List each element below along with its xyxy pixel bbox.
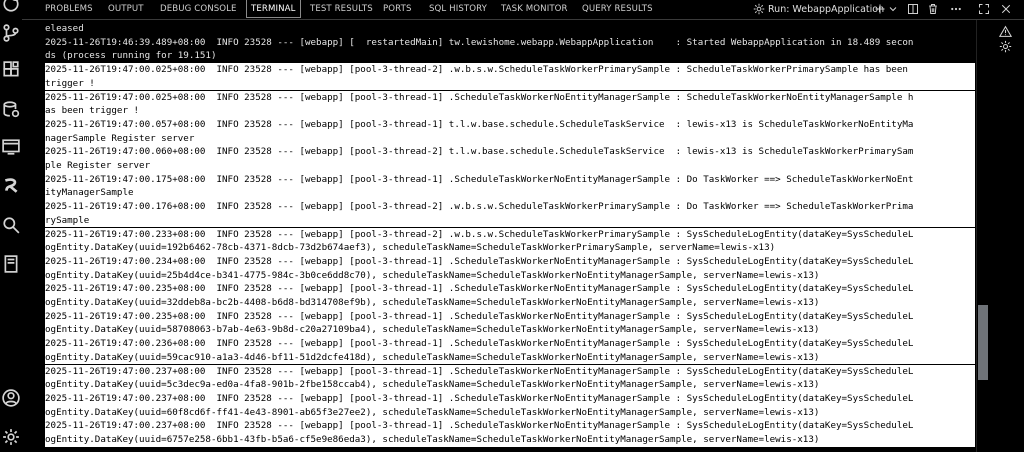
terminal-line: 2025-11-26T19:47:00.237+08:00 INFO 23528… xyxy=(45,364,975,379)
brand-logo-icon[interactable] xyxy=(1,175,21,195)
terminal-line: trigger ! xyxy=(45,76,975,91)
terminal-line: 2025-11-26T19:47:00.060+08:00 INFO 23528… xyxy=(45,145,975,159)
terminal-line: 2025-11-26T19:47:00.235+08:00 INFO 23528… xyxy=(45,309,975,324)
terminal-line: 2025-11-26T19:47:00.236+08:00 INFO 23528… xyxy=(45,337,975,351)
terminal-line: 2025-11-26T19:47:00.233+08:00 INFO 23528… xyxy=(45,227,975,242)
tab-ports[interactable]: PORTS xyxy=(383,0,412,19)
terminal-line: 2025-11-26T19:47:00.237+08:00 INFO 23528… xyxy=(45,391,975,406)
account-icon[interactable] xyxy=(1,388,21,408)
terminal-line: ogEntity.DataKey(uuid=60f8cd6f-ff41-4e43… xyxy=(45,405,975,420)
terminal-line: ogEntity.DataKey(uuid=6757e258-6bb1-43fb… xyxy=(45,433,975,447)
warning-icon[interactable] xyxy=(997,23,1013,39)
terminal-line: eleased xyxy=(45,23,84,34)
terminal-line: 2025-11-26T19:47:00.234+08:00 INFO 23528… xyxy=(45,254,975,269)
terminal-line: rySample xyxy=(45,213,975,228)
terminal-line: 2025-11-26T19:46:39.489+08:00 INFO 23528… xyxy=(45,36,914,48)
tab-task-monitor[interactable]: TASK MONITOR xyxy=(501,0,568,19)
debug-gear-icon[interactable] xyxy=(997,38,1013,54)
close-icon[interactable] xyxy=(999,2,1013,16)
terminal-line: ogEntity.DataKey(uuid=5c3dec9a-ed0a-4fa8… xyxy=(45,378,975,392)
terminal-line: ds (process running for 19.151) xyxy=(45,50,217,62)
search-icon[interactable] xyxy=(1,215,21,235)
terminal-line: 2025-11-26T19:47:00.235+08:00 INFO 23528… xyxy=(45,282,975,296)
more-ellipsis-icon[interactable] xyxy=(949,2,963,16)
terminal-line: ogEntity.DataKey(uuid=25b4d4ce-b341-4775… xyxy=(45,268,975,283)
terminal-line: ogEntity.DataKey(uuid=32ddeb8a-bc2b-4408… xyxy=(45,296,975,310)
terminal-side-strip xyxy=(988,20,1024,452)
terminal-line: 2025-11-26T19:47:00.057+08:00 INFO 23528… xyxy=(45,117,975,132)
panel-tab-bar: PROBLEMS OUTPUT DEBUG CONSOLE TERMINAL T… xyxy=(22,0,1024,20)
terminal-scrollbar[interactable] xyxy=(976,20,988,452)
tab-problems[interactable]: PROBLEMS xyxy=(45,0,93,19)
scrollbar-thumb[interactable] xyxy=(978,305,988,380)
terminal-line: ogEntity.DataKey(uuid=192b6462-78cb-4371… xyxy=(45,241,975,255)
trash-icon[interactable] xyxy=(926,2,940,16)
run-config-label[interactable]: Run: WebappApplication xyxy=(768,0,884,19)
tab-query-results[interactable]: QUERY RESULTS xyxy=(582,0,653,19)
remote-explorer-icon[interactable] xyxy=(1,137,21,157)
tab-test-results[interactable]: TEST RESULTS xyxy=(310,0,373,19)
terminal-output[interactable]: eleased 2025-11-26T19:46:39.489+08:00 INF… xyxy=(28,20,976,452)
terminal-line: 2025-11-26T19:47:00.025+08:00 INFO 23528… xyxy=(45,90,975,105)
gear-run-icon[interactable] xyxy=(752,2,766,16)
terminal-line: 2025-11-26T19:47:00.176+08:00 INFO 23528… xyxy=(45,200,975,214)
terminal-line: ple Register server xyxy=(45,159,975,173)
split-terminal-icon[interactable] xyxy=(906,2,920,16)
new-terminal-plus-icon[interactable] xyxy=(873,2,887,16)
terminal-line: as been trigger ! xyxy=(45,104,975,118)
tab-terminal[interactable]: TERMINAL xyxy=(246,0,301,18)
terminal-line: ityManagerSample xyxy=(45,186,975,201)
terminal-line: ogEntity.DataKey(uuid=58708063-b7ab-4e63… xyxy=(45,323,975,338)
terminal-line: 2025-11-26T19:47:00.025+08:00 INFO 23528… xyxy=(45,63,975,77)
database-icon[interactable] xyxy=(1,99,21,119)
terminal-line: ogEntity.DataKey(uuid=59cac910-a1a3-4d46… xyxy=(45,350,975,365)
maximize-icon[interactable] xyxy=(977,2,991,16)
terminal-line: 2025-11-26T19:47:00.237+08:00 INFO 23528… xyxy=(45,419,975,433)
tab-debug-console[interactable]: DEBUG CONSOLE xyxy=(160,0,237,19)
settings-gear-icon[interactable] xyxy=(1,427,21,447)
source-control-icon[interactable] xyxy=(1,23,21,43)
terminal-line: nagerSample Register server xyxy=(45,131,975,146)
activity-bar: 1 xyxy=(0,0,22,452)
extensions-icon[interactable] xyxy=(1,60,21,80)
terminal-line: 2025-11-26T19:47:00.175+08:00 INFO 23528… xyxy=(45,172,975,187)
accounts-badge-icon[interactable]: 1 xyxy=(1,0,21,14)
chevron-down-icon[interactable] xyxy=(886,2,900,16)
tab-output[interactable]: OUTPUT xyxy=(108,0,144,19)
sidebar-panel-icon[interactable] xyxy=(1,254,21,274)
tab-sql-history[interactable]: SQL HISTORY xyxy=(429,0,487,19)
